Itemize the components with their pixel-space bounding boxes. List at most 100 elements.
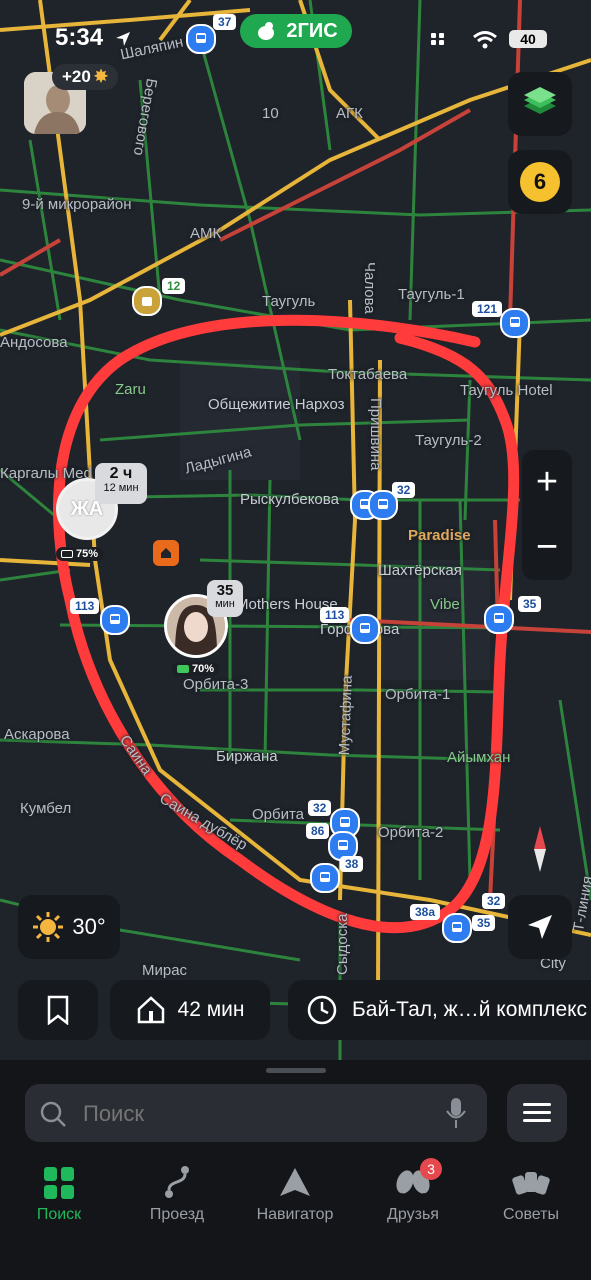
street-label: Биржана [216,748,278,765]
bus-stop-icon[interactable] [484,604,514,634]
route-number: 38 [340,856,364,872]
home-time: 42 мин [177,998,245,1021]
route-number: 32 [308,800,332,816]
navigation-arrow-icon [528,915,552,939]
street-label: Аскарова [4,726,70,743]
tab-navigator[interactable]: Навигатор [240,1160,350,1224]
poi-label: АМК [190,225,222,242]
zoom-controls: + − [522,450,572,580]
bus-stop-icon[interactable] [100,605,130,635]
cards-icon [512,1172,550,1195]
poi-label: Vibe [430,596,460,613]
compass-icon[interactable] [526,824,554,874]
score-badge[interactable]: +20 ✸ [52,64,119,90]
sheet-grabber[interactable] [266,1068,326,1073]
friend-photo-eta: 35 мин [207,580,243,617]
sparkle-icon: ✸ [93,67,109,86]
route-number: 35 [472,915,496,931]
hamburger-icon [523,1103,551,1122]
street-label: Мустафина [336,675,356,756]
recent-place-label: Бай-Тал, ж…й комплекс [352,998,588,1021]
temperature: 30° [72,914,106,939]
location-arrow-icon [115,31,130,46]
poi-label: 10 [262,105,279,122]
events-button[interactable]: 6 [508,150,572,214]
poi-label: Айымхан [447,749,511,766]
battery-indicator: 40 [509,30,547,48]
bookmarks-button[interactable] [18,980,98,1040]
street-label: Токтабаева [328,366,408,383]
bus-stop-icon[interactable] [350,614,380,644]
grid-icon [44,1167,74,1199]
district-label: Орбита [252,806,305,823]
poi-label: Zaru [115,381,146,398]
district-label: Орбита-2 [378,824,444,841]
clock-icon [307,995,337,1025]
friend-eta: 2 ч 12 мин [95,463,147,504]
poi-label: Таугуль Hotel [460,382,553,399]
layers-button[interactable] [508,72,572,136]
zoom-in-button[interactable]: + [522,450,572,515]
route-number: 35 [518,596,542,612]
poi-label: Paradise [408,527,471,544]
bus-stop-icon[interactable] [310,863,340,893]
bus-stop-icon[interactable] [500,308,530,338]
friend-photo-battery: 70% [172,662,220,676]
poi-label: АГК [336,105,363,122]
weather-widget[interactable]: 30° [18,895,120,959]
district-label: Таугуль [262,293,316,310]
battery-icon [61,550,73,558]
sun-icon [33,912,64,942]
recent-place-chip[interactable]: Бай-Тал, ж…й комплекс [288,980,591,1040]
street-label: Андосова [0,334,68,351]
tab-tips[interactable]: Советы [476,1160,586,1224]
home-route-chip[interactable]: 42 мин [110,980,270,1040]
layers-icon [524,87,556,114]
route-number: 12 [162,278,186,294]
tab-friends[interactable]: 3 Друзья [358,1158,468,1224]
district-label: Мирас [142,962,188,979]
microphone-icon[interactable] [445,1096,467,1130]
search-icon [40,1101,66,1127]
battery-icon [177,665,189,673]
tab-search[interactable]: Поиск [4,1160,114,1224]
district-label: 9-й микрорайон [22,196,132,213]
my-location-button[interactable] [508,895,572,959]
friends-badge: 3 [420,1158,442,1180]
home-marker-icon[interactable] [153,540,179,566]
bird-logo-icon [258,22,275,40]
search-bar[interactable] [25,1084,487,1144]
street-label: Пришвина [367,398,384,471]
friend-battery: 75% [56,547,104,561]
search-input[interactable] [81,1084,425,1144]
district-label: Таугуль-2 [415,432,482,449]
route-number: 38а [410,904,441,920]
tab-route[interactable]: Проезд [122,1160,232,1224]
district-label: Орбита-1 [385,686,451,703]
route-icon [165,1166,189,1198]
route-number: 32 [482,893,506,909]
poi-label: Общежитие Нархоз [208,396,345,413]
street-label: Шахтёрская [378,562,462,579]
route-number: 121 [472,301,503,317]
zoom-out-button[interactable]: − [522,515,572,580]
district-label: Кумбел [20,800,72,817]
route-number: 86 [306,823,330,839]
trolleybus-stop-icon[interactable] [132,286,162,316]
route-number: 113 [70,598,100,614]
street-label: Сыдоска [334,913,351,975]
navigator-icon [280,1168,310,1196]
route-number: 113 [320,607,350,623]
signal-icon [431,33,444,45]
app-badge[interactable]: 2ГИС [240,14,352,48]
bus-stop-icon[interactable] [442,913,472,943]
home-icon [137,996,164,1024]
status-bar: 5:34 2ГИС 40 [0,0,591,70]
menu-button[interactable] [507,1084,567,1142]
events-count: 6 [520,162,560,202]
street-label: Рыскулбекова [240,491,339,508]
district-label: Орбита-3 [183,676,249,693]
district-label: Таугуль-1 [398,286,465,303]
bus-stop-icon[interactable] [368,490,398,520]
wifi-icon [473,31,497,49]
